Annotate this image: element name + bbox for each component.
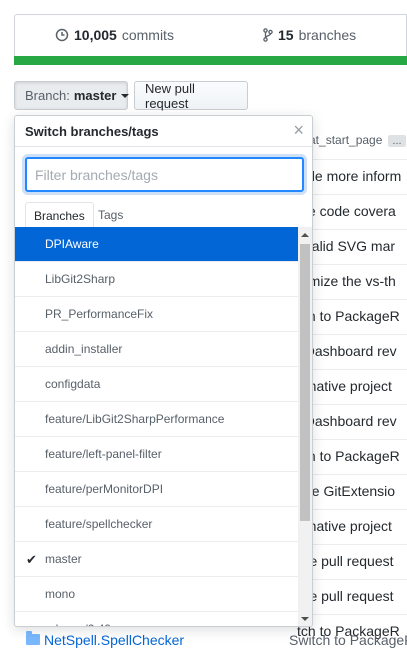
language-bar[interactable] — [14, 56, 407, 65]
file-name-link[interactable]: NetSpell.SpellChecker — [44, 632, 184, 648]
branches-count: 15 — [278, 27, 294, 43]
commits-label: commits — [121, 27, 174, 43]
branch-item[interactable]: DPIAware — [15, 227, 298, 262]
expand-commit-button[interactable]: ... — [388, 135, 406, 147]
branch-item[interactable]: feature/left-panel-filter — [15, 437, 298, 472]
branch-item-label: addin_installer — [45, 342, 123, 356]
commits-link[interactable]: 10,005 commits — [55, 27, 174, 43]
branch-item[interactable]: configdata — [15, 367, 298, 402]
dropdown-header: Switch branches/tags — [15, 116, 312, 147]
branch-item-label: feature/LibGit2SharpPerformance — [45, 412, 225, 426]
check-icon: ✔ — [26, 552, 37, 567]
scroll-down-arrow-icon[interactable] — [301, 617, 309, 621]
scrollbar-thumb[interactable] — [300, 244, 310, 521]
branch-select-button[interactable]: Branch: master — [14, 81, 130, 110]
branch-item[interactable]: LibGit2Sharp — [15, 262, 298, 297]
branch-item[interactable]: feature/perMonitorDPI — [15, 472, 298, 507]
scrollbar[interactable] — [298, 227, 312, 626]
branch-button-value: master — [73, 88, 117, 103]
close-icon[interactable]: × — [293, 121, 304, 139]
branch-item-label: LibGit2Sharp — [45, 272, 116, 286]
branch-item[interactable]: mono — [15, 577, 298, 612]
commit-branch-tag: feat_start_page... — [299, 133, 406, 147]
table-row: NetSpell.SpellChecker Switch to PackageR — [14, 626, 407, 656]
new-pull-request-button[interactable]: New pull request — [134, 81, 248, 111]
branch-item-label: mono — [45, 587, 76, 601]
branch-item-label: PR_PerformanceFix — [45, 307, 154, 321]
branch-item[interactable]: addin_installer — [15, 332, 298, 367]
branches-link[interactable]: 15 branches — [263, 27, 356, 43]
commits-count: 10,005 — [74, 27, 117, 43]
branches-label: branches — [298, 27, 357, 43]
commit-message-link[interactable]: Switch to PackageR — [289, 632, 407, 648]
branch-button-prefix: Branch: — [25, 88, 70, 103]
caret-down-icon — [121, 93, 130, 98]
dropdown-tabs: Branches Tags — [15, 202, 312, 229]
branch-item-label: DPIAware — [45, 237, 99, 251]
history-icon — [55, 28, 69, 42]
folder-icon — [26, 631, 40, 645]
branch-item-label: master — [45, 552, 82, 566]
git-branch-icon — [263, 28, 273, 42]
repo-summary-bar: 10,005 commits 15 branches — [14, 14, 407, 60]
branch-switcher-dropdown: Switch branches/tags × Branches Tags DPI… — [14, 115, 313, 627]
branch-item[interactable]: feature/spellchecker — [15, 507, 298, 542]
branch-item-label: feature/spellchecker — [45, 517, 153, 531]
branch-item[interactable]: feature/LibGit2SharpPerformance — [15, 402, 298, 437]
filter-branches-input[interactable] — [25, 157, 304, 192]
branch-item-label: configdata — [45, 377, 101, 391]
tab-tags[interactable]: Tags — [90, 202, 131, 229]
branch-item-label: release/2.49 — [45, 622, 111, 626]
tab-branches[interactable]: Branches — [25, 202, 94, 229]
dropdown-title: Switch branches/tags — [25, 123, 159, 139]
branch-item[interactable]: release/2.49 — [15, 612, 298, 626]
filter-container — [15, 147, 312, 200]
branch-item[interactable]: PR_PerformanceFix — [15, 297, 298, 332]
scroll-up-arrow-icon[interactable] — [301, 233, 309, 237]
branch-item[interactable]: ✔ master — [15, 542, 298, 577]
branch-item-label: feature/perMonitorDPI — [45, 482, 164, 496]
branch-list[interactable]: DPIAware LibGit2Sharp PR_PerformanceFixadd… — [15, 227, 298, 626]
branch-item-label: feature/left-panel-filter — [45, 447, 162, 461]
